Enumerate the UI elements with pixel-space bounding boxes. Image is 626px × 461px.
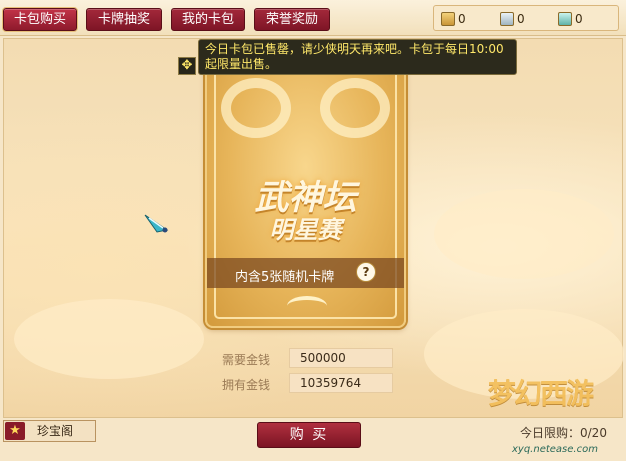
star-icon: ★: [5, 422, 25, 440]
required-money-value: 500000: [289, 348, 393, 368]
game-logo-watermark: 梦幻西游: [488, 377, 594, 410]
move-icon[interactable]: ✥: [178, 57, 196, 75]
card-pack: 武神坛 明星赛 内含5张随机卡牌: [205, 58, 406, 328]
card-bottom-ornament: [287, 296, 327, 316]
currency-panel: 0 0 0: [433, 5, 619, 31]
card-contents-text: 内含5张随机卡牌: [235, 270, 335, 285]
card-horn-ornament: [320, 78, 390, 138]
card-horn-ornament: [221, 78, 291, 138]
top-bar: 卡包购买 卡牌抽奖 我的卡包 荣誉奖励 0 0 0: [0, 0, 626, 36]
help-icon[interactable]: ?: [356, 262, 376, 282]
silver-coin-icon: [500, 12, 514, 26]
tooltip: 今日卡包已售罄，请少侠明天再来吧。卡包于每日10:00起限量出售。: [198, 39, 517, 75]
owned-money-value: 10359764: [289, 373, 393, 393]
watermark-url: xyq.netease.com: [512, 444, 598, 455]
background-cloud: [434, 189, 614, 279]
card-title-line2: 明星赛: [269, 215, 342, 244]
currency-jade: 0: [558, 11, 583, 27]
tab-honor-rewards[interactable]: 荣誉奖励: [254, 8, 330, 31]
tab-card-pack-purchase[interactable]: 卡包购买: [2, 7, 78, 32]
currency-gold: 0: [441, 11, 466, 27]
currency-jade-value: 0: [575, 12, 583, 26]
currency-silver: 0: [500, 11, 525, 27]
buy-button[interactable]: 购 买: [257, 422, 361, 448]
background-cloud: [14, 299, 204, 379]
tab-card-lottery[interactable]: 卡牌抽奖: [86, 8, 162, 31]
gold-coin-icon: [441, 12, 455, 26]
currency-silver-value: 0: [517, 12, 525, 26]
daily-limit-text: 今日限购：0/20: [520, 426, 607, 440]
required-money-label: 需要金钱: [222, 353, 271, 367]
owned-money-label: 拥有金钱: [222, 378, 271, 392]
tab-my-card-packs[interactable]: 我的卡包: [171, 8, 245, 31]
feather-cursor-icon: [144, 214, 169, 233]
currency-gold-value: 0: [458, 12, 466, 26]
jade-coin-icon: [558, 12, 572, 26]
